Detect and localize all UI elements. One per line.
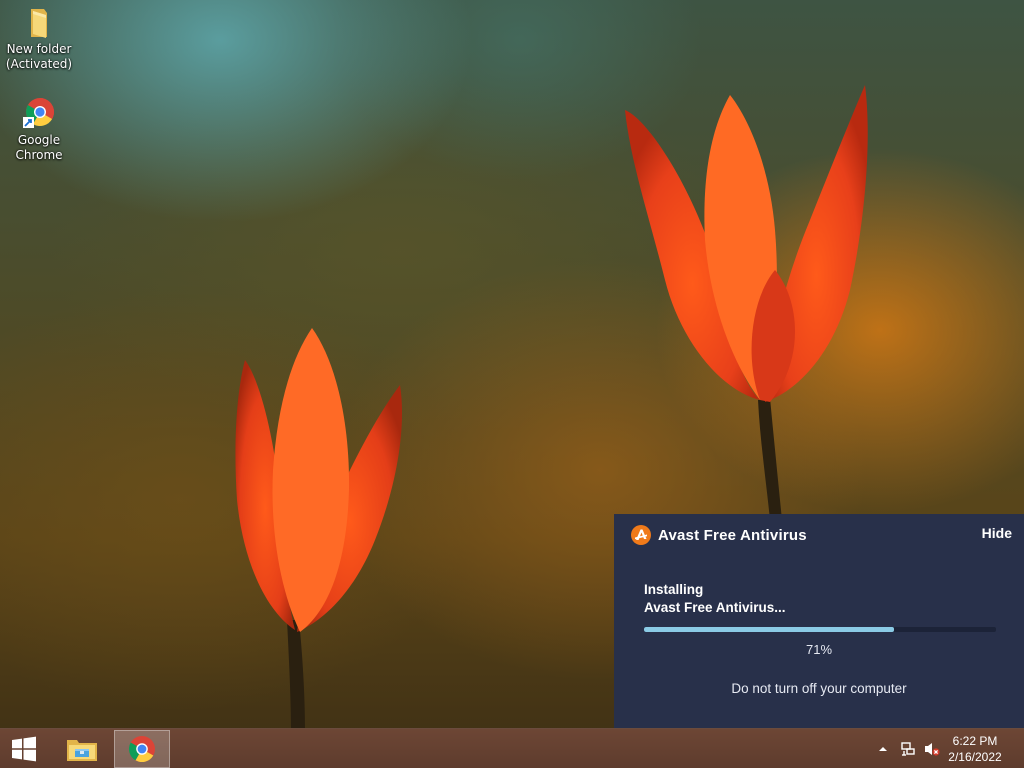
chrome-icon [128,736,155,763]
avast-popup-header: Avast Free Antivirus [630,524,1012,546]
avast-popup-title: Avast Free Antivirus [658,526,807,544]
avast-logo-icon [631,525,651,545]
install-progress-percent: 71% [805,642,833,657]
install-progress-fill [644,627,894,632]
install-warning-text: Do not turn off your computer [731,681,907,696]
file-explorer-icon [67,740,97,761]
hide-button[interactable]: Hide [982,525,1012,541]
network-tray-button[interactable] [897,729,919,768]
avast-install-popup: Avast Free Antivirus Hide Installing Ava… [614,514,1024,728]
start-button[interactable] [0,729,48,768]
windows-logo-icon [12,736,36,762]
volume-muted-icon [925,743,940,756]
chevron-up-icon [879,747,887,751]
wallpaper-tulip-right [625,85,868,520]
install-product-label: Avast Free Antivirus... [644,600,786,615]
taskbar-file-explorer[interactable] [54,730,110,768]
desktop-icon-label-sub: Chrome [15,148,63,162]
desktop-icon-google-chrome[interactable]: Google Chrome [1,97,77,163]
clock-date: 2/16/2022 [948,750,1002,764]
desktop-icon-label: Google [17,133,61,147]
desktop-icon-new-folder[interactable]: New folder (Activated) [1,6,77,72]
network-icon [901,742,915,756]
show-hidden-icons-button[interactable] [874,729,892,768]
wallpaper-tulip-left [235,328,403,730]
clock-time: 6:22 PM [952,734,998,748]
desktop-icon-label: New folder [6,42,72,56]
install-status-label: Installing [644,582,704,597]
chrome-icon [23,98,54,128]
taskbar-google-chrome[interactable] [114,730,170,768]
install-progress-bar [644,627,996,632]
folder-icon [31,9,47,38]
taskbar-clock[interactable]: 6:22 PM 2/16/2022 [940,733,1010,765]
taskbar: 6:22 PM 2/16/2022 [0,728,1024,768]
desktop-icon-label-sub: (Activated) [5,57,73,71]
